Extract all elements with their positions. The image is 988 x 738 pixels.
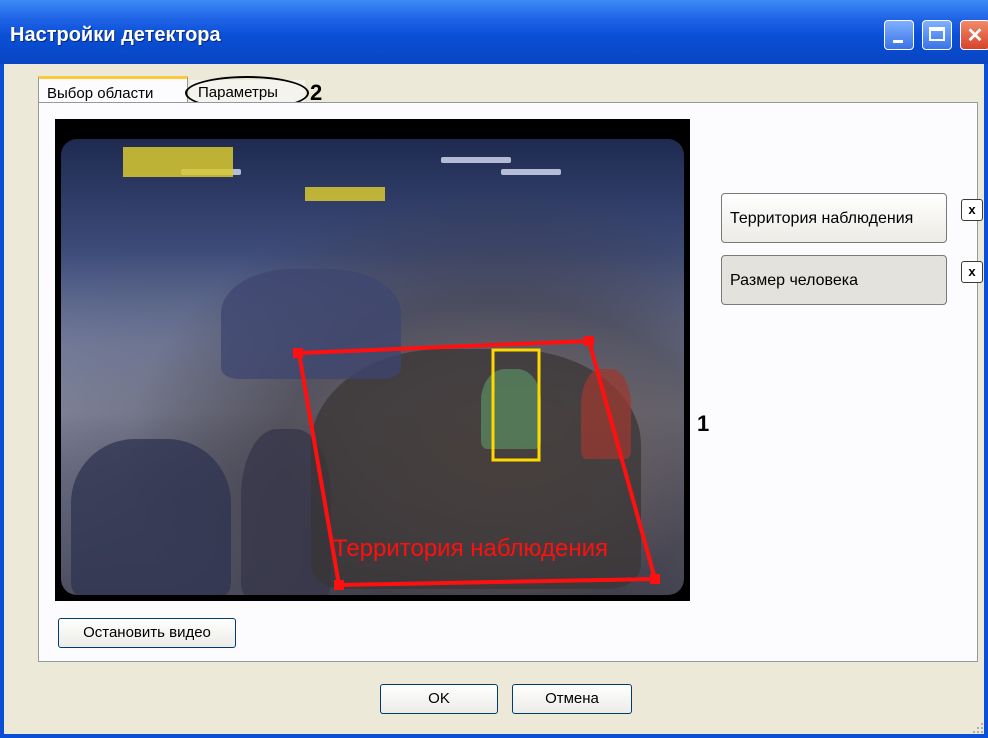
title-bar[interactable]: Настройки детектора ✕ <box>0 0 988 64</box>
dialog-window: Настройки детектора ✕ Выбор области Пара… <box>0 0 988 738</box>
remove-person-size-button[interactable]: x <box>961 261 983 283</box>
tab-area-selection[interactable]: Выбор области <box>38 76 188 102</box>
cancel-button[interactable]: Отмена <box>512 684 632 714</box>
camera-video[interactable]: Территория наблюдения <box>61 139 684 595</box>
polygon-handle <box>650 574 660 584</box>
tab-panel: Территория наблюдения 1 Территория наблю… <box>38 102 983 662</box>
observation-area-button[interactable]: Территория наблюдения <box>721 193 947 243</box>
roi-label: Территория наблюдения <box>333 535 609 562</box>
ok-button[interactable]: OK <box>380 684 498 714</box>
tab-label: Выбор области <box>47 85 154 102</box>
polygon-handle <box>293 348 303 358</box>
polygon-handle <box>334 580 344 590</box>
maximize-button[interactable] <box>922 20 952 50</box>
button-label: Территория наблюдения <box>730 210 914 227</box>
stop-video-button[interactable]: Остановить видео <box>58 618 236 648</box>
minimize-button[interactable] <box>884 20 914 50</box>
minimize-icon <box>893 40 903 43</box>
person-size-box <box>491 348 541 462</box>
resize-grip-icon[interactable] <box>970 720 984 734</box>
video-frame: Территория наблюдения <box>55 119 690 601</box>
region-overlay <box>293 336 660 590</box>
window-title: Настройки детектора <box>10 24 221 46</box>
close-icon: ✕ <box>966 25 984 47</box>
maximize-icon <box>929 27 945 41</box>
button-label: Размер человека <box>730 272 859 289</box>
close-button[interactable]: ✕ <box>960 20 988 50</box>
remove-observation-area-button[interactable]: x <box>961 199 983 221</box>
polygon-handle <box>584 336 594 346</box>
callout-number: 1 <box>697 411 710 436</box>
person-size-button[interactable]: Размер человека <box>721 255 947 305</box>
